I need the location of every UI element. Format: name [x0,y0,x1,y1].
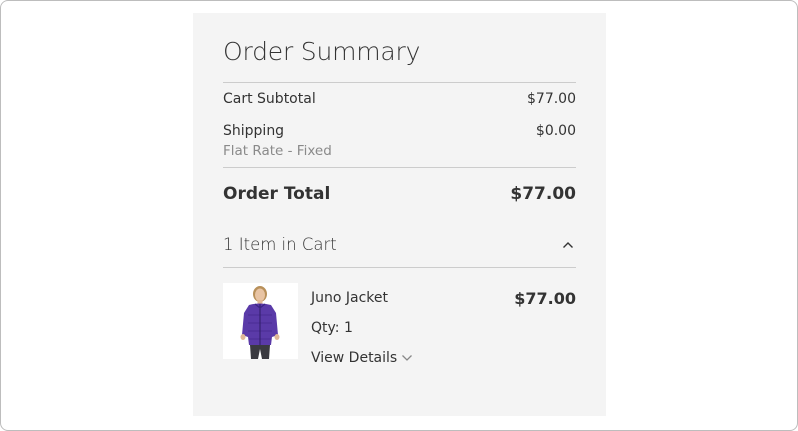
shipping-value: $0.00 [535,123,576,139]
view-details-toggle[interactable]: View Details [311,350,413,366]
product-price: $77.00 [514,289,576,308]
divider [223,167,576,168]
chevron-up-icon [563,242,573,248]
cart-subtotal-value: $77.00 [527,91,576,107]
shipping-method: Flat Rate - Fixed [223,143,332,159]
order-summary-panel: Order Summary Cart Subtotal $77.00 Shipp… [193,13,606,416]
cart-subtotal-label: Cart Subtotal [223,91,316,107]
product-thumbnail[interactable] [223,283,298,359]
product-quantity: Qty: 1 [311,320,353,336]
divider [223,267,576,268]
items-in-cart-toggle[interactable]: 1 Item in Cart [223,235,576,263]
order-summary-title: Order Summary [223,37,421,66]
order-total-value: $77.00 [510,184,576,204]
product-image [223,283,298,359]
divider [223,82,576,83]
window-frame: Order Summary Cart Subtotal $77.00 Shipp… [0,0,798,431]
items-in-cart-label: 1 Item in Cart [223,235,337,254]
shipping-label: Shipping [223,123,285,139]
order-total-label: Order Total [223,184,331,204]
chevron-down-icon [402,354,413,361]
view-details-label: View Details [311,350,398,366]
product-name[interactable]: Juno Jacket [311,290,388,306]
